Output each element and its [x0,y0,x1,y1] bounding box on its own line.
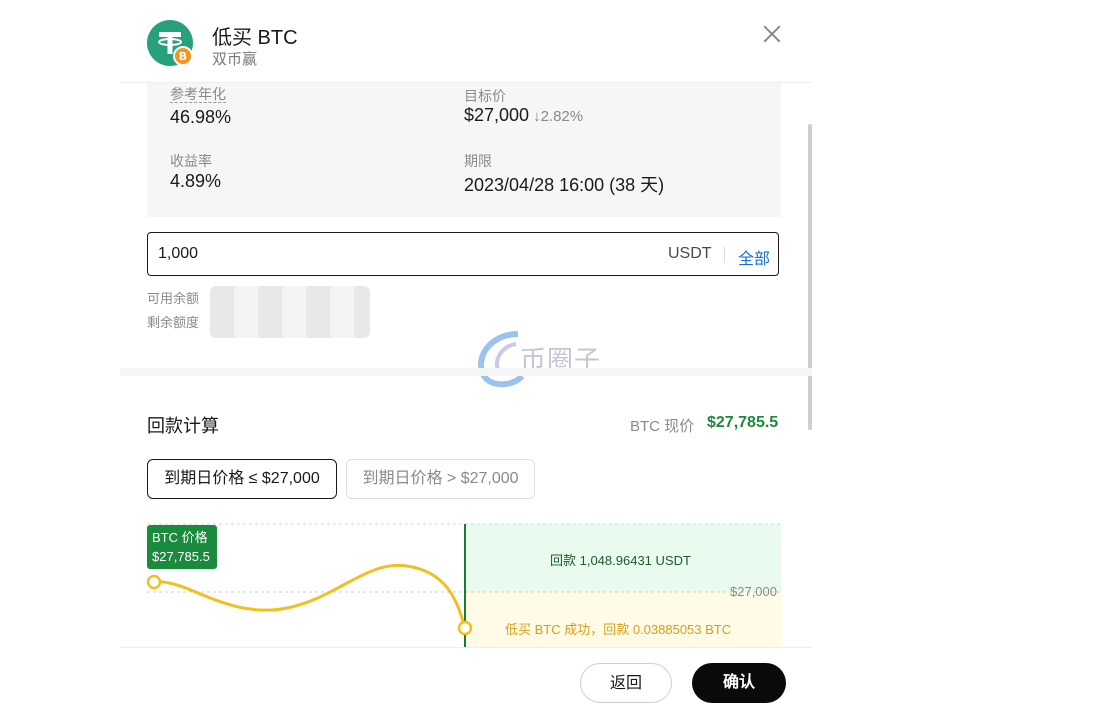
buy-success-text: 低买 BTC 成功，回款 0.03885053 BTC [505,622,732,637]
close-icon[interactable] [760,22,784,46]
modal-header: B 低买 BTC 双币赢 [120,0,812,83]
btc-price-label: BTC 现价 [630,418,695,435]
price-change-value: 2.82% [540,108,584,125]
amount-unit: USDT [668,245,712,262]
btc-price-tag-title: BTC 价格 [152,530,208,545]
product-info-panel: 参考年化 46.98% 目标价 $27,000 ↓2.82% 收益率 4.89% … [147,83,781,217]
refund-usdt-text: 回款 1,048.96431 USDT [550,553,691,568]
btc-price-value: $27,785.5 [707,414,779,431]
modal-subtitle: 双币赢 [212,51,258,68]
price-curve [153,563,467,629]
term-label: 期限 [464,153,492,169]
input-divider [724,247,725,263]
target-price-line-label: $27,000 [730,584,777,599]
annual-rate-value: 46.98% [170,107,232,127]
amount-value[interactable]: 1,000 [158,245,198,263]
scrollbar[interactable] [808,124,812,430]
amount-input[interactable]: 1,000 USDT 全部 [147,232,779,276]
blurred-balance-values [210,286,370,338]
dual-invest-modal: B 低买 BTC 双币赢 参考年化 46.98% 目标价 $27,000 ↓2.8… [120,0,812,716]
remaining-quota-label: 剩余额度 [147,315,200,330]
btc-price-tag-value: $27,785.5 [152,549,210,564]
usdt-btc-logo-icon: B [147,20,193,66]
target-price-row: $27,000 ↓2.82% [464,105,583,126]
expiry-price-point [457,620,473,636]
yield-label: 收益率 [170,153,212,169]
tab-price-below-target[interactable]: 到期日价格 ≤ $27,000 [147,459,337,499]
payout-calc-title: 回款计算 [147,416,219,436]
modal-footer: 返回 确认 [120,647,812,717]
target-price-value: $27,000 [464,105,530,125]
arrow-down-icon: ↓ [533,108,541,125]
section-divider [120,368,812,376]
available-balance-label: 可用余额 [147,291,200,306]
svg-text:B: B [179,50,187,63]
term-value: 2023/04/28 16:00 (38 天) [464,175,665,195]
annual-rate-label[interactable]: 参考年化 [170,86,226,103]
back-button[interactable]: 返回 [580,663,672,703]
current-price-point [147,574,162,590]
modal-title: 低买 BTC [212,27,298,49]
tab-price-above-target[interactable]: 到期日价格 > $27,000 [346,459,535,499]
yield-value: 4.89% [170,171,222,191]
confirm-button[interactable]: 确认 [692,663,786,703]
max-all-button[interactable]: 全部 [738,245,770,269]
target-price-label: 目标价 [464,88,506,104]
btc-price-tag: BTC 价格 $27,785.5 [147,525,217,569]
price-change: ↓2.82% [533,108,583,125]
